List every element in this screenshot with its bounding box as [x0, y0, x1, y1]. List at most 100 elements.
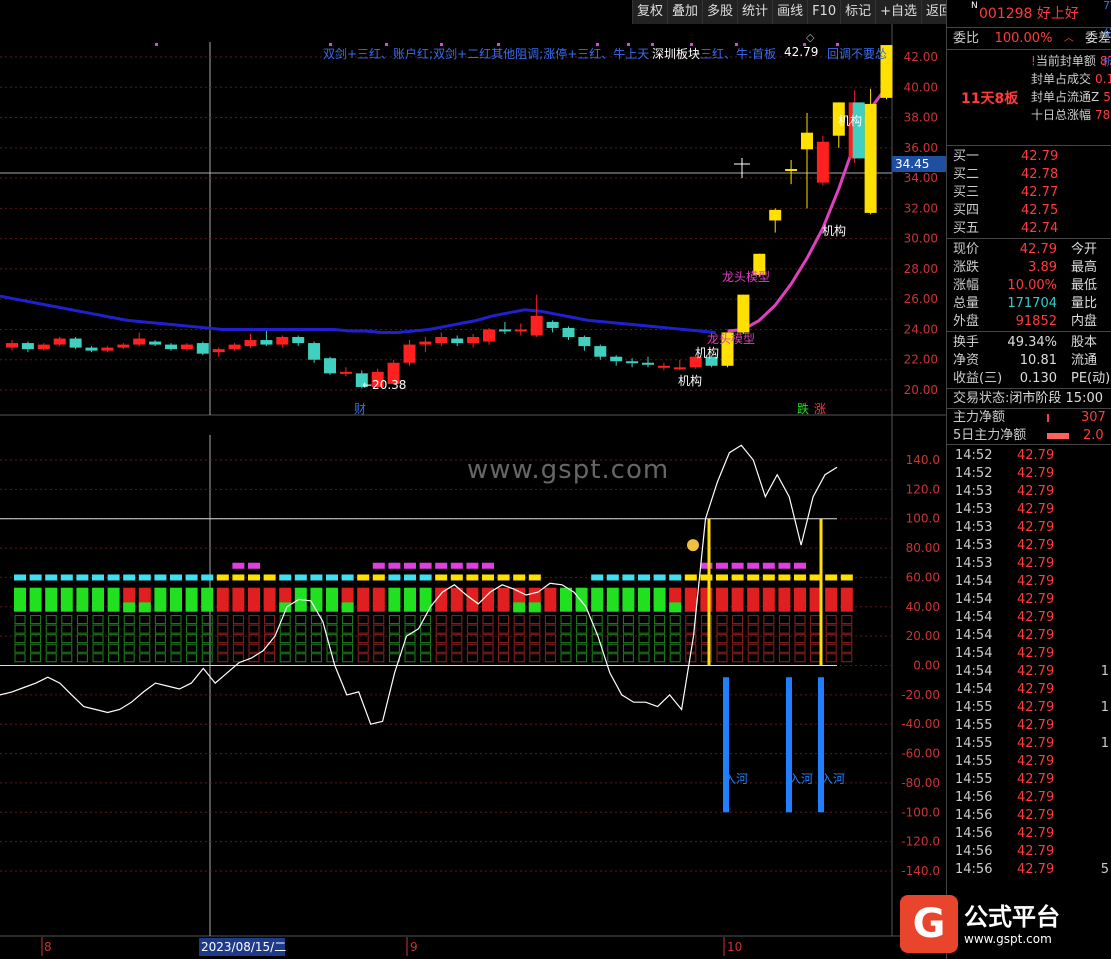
stock-code[interactable]: 001298: [979, 6, 1032, 22]
signal-grid-cell: [810, 615, 822, 625]
signal-grid-cell: [732, 643, 744, 653]
signal-mid-block: [310, 587, 323, 612]
tick-price: 42.79: [1017, 808, 1055, 823]
tick-volume: [1077, 753, 1111, 771]
tick-row: 14:54 42.79 1: [947, 663, 1111, 681]
main-net-row[interactable]: 主力净额 307: [947, 409, 1111, 427]
candle-body: [610, 356, 623, 362]
signal-grid-cell: [451, 624, 463, 634]
logo-url: www.gspt.com: [964, 932, 1052, 946]
signal-grid-cell: [14, 624, 26, 634]
signal-grid-cell: [342, 624, 354, 634]
signal-top-block: [669, 574, 682, 581]
cai-label: 财: [354, 402, 366, 416]
signal-grid-cell: [139, 624, 151, 634]
tick-row: 14:55 42.79 1: [947, 699, 1111, 717]
signal-grid-cell: [357, 653, 369, 663]
signal-grid-cell: [295, 643, 307, 653]
signal-grid-cell: [638, 624, 650, 634]
signal-grid-cell: [45, 643, 57, 653]
signal-grid-cell: [560, 615, 572, 625]
overlay-button[interactable]: 叠加: [667, 0, 703, 24]
signal-mid-block: [341, 602, 354, 613]
indicator-tick-label: -100.0: [901, 805, 940, 819]
signal-top-block: [170, 574, 182, 581]
main-net-bar: [1047, 414, 1049, 422]
signal-grid-cell: [435, 624, 447, 634]
signal-grid-cell: [248, 643, 260, 653]
bid-row[interactable]: 买二 42.78: [947, 166, 1111, 184]
signal-grid-cell: [560, 624, 572, 634]
signal-grid-cell: [763, 615, 775, 625]
signal-mid-block: [154, 587, 167, 612]
signal-grid-cell: [170, 624, 182, 634]
signal-grid-cell: [716, 624, 728, 634]
signal-grid-cell: [794, 624, 806, 634]
signal-top-block: [185, 574, 198, 581]
signal-grid-cell: [529, 643, 541, 653]
tick-time: 14:53: [955, 502, 993, 517]
stock-name[interactable]: 好上好: [1037, 6, 1079, 22]
tick-price: 42.79: [1017, 646, 1055, 661]
tick-price: 42.79: [1017, 628, 1055, 643]
signal-grid-cell: [264, 615, 276, 625]
chevron-up-icon[interactable]: ︿: [1052, 28, 1085, 49]
signal-mid-block: [794, 587, 806, 612]
ma-blue-line: [0, 294, 716, 334]
bid-row[interactable]: 买四 42.75: [947, 202, 1111, 220]
candle-body: [292, 337, 305, 344]
signal-grid-cell: [825, 643, 837, 653]
signal-grid-cell: [466, 624, 478, 634]
f10-button[interactable]: F10: [807, 0, 841, 24]
candle-body: [546, 321, 559, 328]
bid-row[interactable]: 买三 42.77: [947, 184, 1111, 202]
signal-grid-cell: [607, 653, 619, 663]
signal-top-block: [419, 574, 432, 581]
signal-top-block: [653, 574, 666, 581]
signal-grid-cell: [778, 643, 790, 653]
tick-row: 14:53 42.79: [947, 537, 1111, 555]
signal-grid-cell: [108, 653, 120, 663]
signal-grid-cell: [264, 653, 276, 663]
signal-grid-cell: [217, 615, 229, 625]
fuquan-button[interactable]: 复权: [632, 0, 668, 24]
add-watchlist-button[interactable]: +自选: [875, 0, 922, 24]
signal-grid-cell: [232, 643, 244, 653]
signal-grid-cell: [186, 653, 198, 663]
signal-dot: [627, 43, 630, 46]
signal-grid-cell: [747, 643, 759, 653]
multi-stock-button[interactable]: 多股: [702, 0, 738, 24]
candle-body: [419, 341, 432, 345]
moving-average: [0, 86, 888, 334]
signal-grid-cell: [841, 624, 853, 634]
signal-mid-block: [762, 587, 775, 612]
signal-top-block: [466, 574, 479, 581]
signal-mid-block: [248, 587, 260, 612]
tick-volume: [1077, 807, 1111, 825]
tick-volume: [1077, 519, 1111, 537]
statistics-button[interactable]: 统计: [737, 0, 773, 24]
tick-row: 14:54 42.79: [947, 609, 1111, 627]
jigou-label-2: 机构: [822, 223, 846, 238]
signal-top-block: [107, 574, 120, 581]
mark-button[interactable]: 标记: [840, 0, 876, 24]
draw-line-button[interactable]: 画线: [772, 0, 808, 24]
signal-grid-cell: [357, 643, 369, 653]
main5-net-row[interactable]: 5日主力净额 2.0: [947, 427, 1111, 445]
tick-time: 14:55: [955, 772, 993, 787]
tick-list[interactable]: 14:52 42.79 14:52 42.79 14:53 42.79 14:53 42.79…: [947, 445, 1111, 879]
sector-extra: 三红、牛:首板: [700, 46, 776, 61]
signal-grid-cell: [451, 643, 463, 653]
diamond-icon[interactable]: ◇: [806, 31, 814, 44]
signal-grid-cell: [76, 643, 88, 653]
signal-grid-cell: [76, 615, 88, 625]
price-tick-label: 30.00: [904, 232, 938, 246]
bid-row[interactable]: 买一 42.79: [947, 148, 1111, 166]
signal-grid-cell: [279, 624, 291, 634]
bid-row[interactable]: 买五 42.74: [947, 220, 1111, 238]
signal-grid-cell: [576, 643, 588, 653]
signal-mid-block: [731, 587, 744, 612]
signal-grid-cell: [654, 624, 666, 634]
signal-grid-cell: [295, 653, 307, 663]
signal-mid-block: [606, 587, 619, 612]
